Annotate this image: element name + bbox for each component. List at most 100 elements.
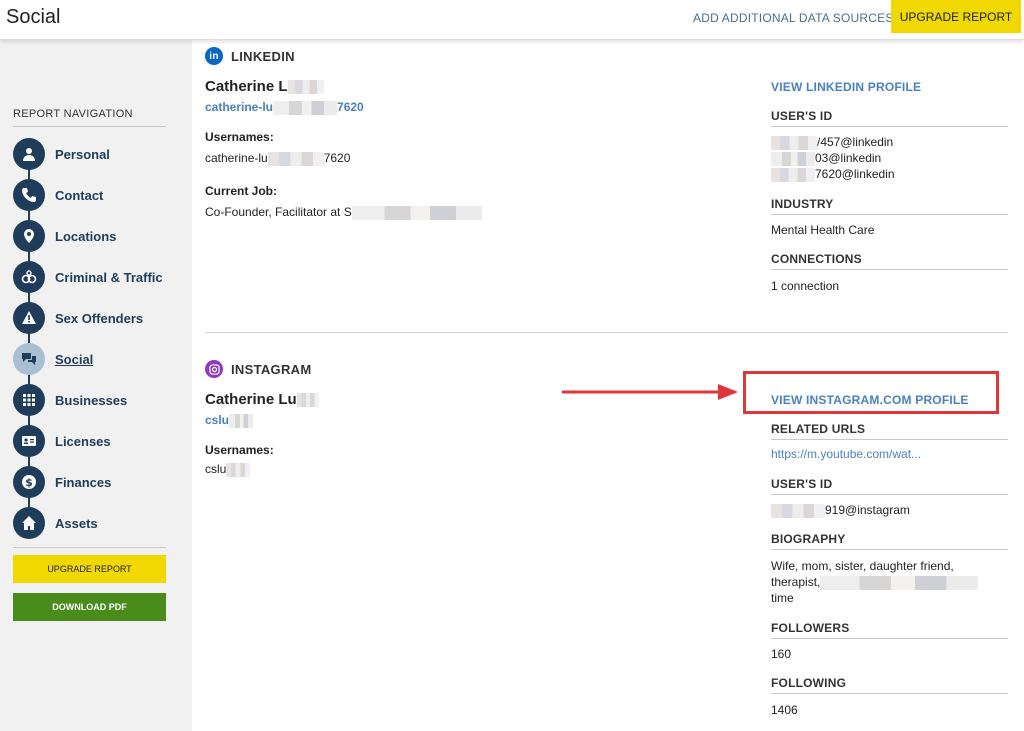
- section-divider: [205, 332, 1008, 333]
- report-navigation-heading: REPORT NAVIGATION: [13, 108, 133, 120]
- add-sources-label: ADD ADDITIONAL DATA SOURCES:: [693, 11, 898, 25]
- biography-heading: BIOGRAPHY: [771, 532, 1008, 550]
- linkedin-user-id-heading: USER'S ID: [771, 109, 1008, 127]
- username-text: cslu: [205, 462, 227, 476]
- nav-label: Contact: [55, 187, 104, 203]
- section-title: INSTAGRAM: [231, 361, 312, 377]
- bio-line: time: [771, 591, 794, 605]
- handcuffs-icon: [13, 261, 45, 293]
- location-pin-icon: [13, 220, 45, 252]
- nav-item-personal[interactable]: Personal: [13, 138, 183, 170]
- linkedin-username: catherine-lu 7620: [205, 151, 350, 166]
- related-urls-heading: RELATED URLS: [771, 422, 1008, 440]
- annotation-arrow: [562, 384, 738, 400]
- nav-item-assets[interactable]: Assets: [13, 507, 183, 539]
- followers-heading: FOLLOWERS: [771, 621, 1008, 639]
- handle-text: catherine-lu: [205, 100, 274, 114]
- following-heading: FOLLOWING: [771, 676, 1008, 694]
- nav-label: Criminal & Traffic: [55, 269, 163, 285]
- phone-icon: [13, 179, 45, 211]
- current-job-label: Current Job:: [205, 184, 277, 198]
- nav-item-contact[interactable]: Contact: [13, 179, 183, 211]
- nav-item-licenses[interactable]: Licenses: [13, 425, 183, 457]
- username-suffix: 7620: [323, 151, 351, 165]
- redaction: [771, 135, 817, 150]
- instagram-user-id: 919@instagram: [771, 502, 1011, 518]
- followers-value: 160: [771, 647, 792, 661]
- instagram-handle-link[interactable]: cslu: [205, 413, 254, 428]
- divider: [13, 547, 166, 548]
- redaction: [771, 151, 815, 166]
- connections-value: 1 connection: [771, 279, 840, 293]
- redaction: [229, 413, 254, 428]
- redaction: [771, 503, 825, 518]
- dollar-icon: $: [13, 466, 45, 498]
- connections-heading: CONNECTIONS: [771, 252, 1008, 270]
- nav-label: Licenses: [55, 433, 111, 449]
- person-icon: [13, 138, 45, 170]
- related-url-link[interactable]: https://m.youtube.com/wat...: [771, 447, 921, 461]
- download-pdf-button[interactable]: DOWNLOAD PDF: [13, 593, 166, 621]
- following-value: 1406: [771, 703, 798, 717]
- view-linkedin-profile-link[interactable]: VIEW LINKEDIN PROFILE: [771, 80, 921, 94]
- user-id-text: /457@linkedin: [817, 135, 894, 149]
- nav-label: Finances: [55, 474, 112, 490]
- bio-line: therapist,: [771, 574, 1011, 590]
- job-text: Co-Founder, Facilitator at S: [205, 205, 352, 219]
- usernames-label: Usernames:: [205, 130, 274, 144]
- redaction: [771, 167, 815, 182]
- handle-text: cslu: [205, 413, 230, 427]
- redaction: [226, 462, 251, 477]
- nav-item-businesses[interactable]: Businesses: [13, 384, 183, 416]
- building-icon: [13, 384, 45, 416]
- industry-value: Mental Health Care: [771, 223, 875, 237]
- redaction: [273, 100, 338, 115]
- nav-label: Social: [55, 351, 94, 367]
- nav-label: Businesses: [55, 392, 128, 408]
- nav-label: Sex Offenders: [55, 310, 144, 326]
- upgrade-report-button-sidebar[interactable]: UPGRADE REPORT: [13, 555, 166, 583]
- nav-item-finances[interactable]: $ Finances: [13, 466, 183, 498]
- user-id-row: 7620@linkedin: [771, 166, 1011, 182]
- nav-item-criminal-traffic[interactable]: Criminal & Traffic: [13, 261, 183, 293]
- instagram-section-header: INSTAGRAM: [205, 360, 311, 378]
- bio-text: therapist,: [771, 575, 821, 589]
- sidebar: REPORT NAVIGATION Personal Contact Locat…: [0, 40, 192, 731]
- page-title: Social: [6, 6, 61, 28]
- name-text: Catherine Lu: [205, 391, 297, 408]
- id-card-icon: [13, 425, 45, 457]
- handle-suffix: 7620: [337, 100, 364, 114]
- nav-item-social[interactable]: Social: [13, 343, 183, 375]
- chat-bubbles-icon: [13, 343, 45, 375]
- linkedin-section-header: in LINKEDIN: [205, 47, 295, 65]
- view-instagram-profile-link[interactable]: VIEW INSTAGRAM.COM PROFILE: [771, 393, 969, 407]
- industry-heading: INDUSTRY: [771, 197, 1008, 215]
- nav-label: Assets: [55, 515, 98, 531]
- instagram-username: cslu: [205, 462, 251, 477]
- linkedin-icon: in: [205, 47, 223, 65]
- nav-item-sex-offenders[interactable]: Sex Offenders: [13, 302, 183, 334]
- linkedin-handle-link[interactable]: catherine-lu 7620: [205, 100, 364, 115]
- current-job-value: Co-Founder, Facilitator at S: [205, 205, 482, 220]
- username-text: catherine-lu: [205, 151, 268, 165]
- upgrade-report-button[interactable]: UPGRADE REPORT: [891, 0, 1021, 33]
- instagram-user-id-heading: USER'S ID: [771, 477, 1008, 495]
- biography-value: Wife, mom, sister, daughter friend, ther…: [771, 558, 1011, 606]
- name-text: Catherine L: [205, 78, 288, 95]
- bio-line: Wife, mom, sister, daughter friend,: [771, 559, 954, 573]
- redaction: [351, 205, 482, 220]
- user-id-text: 03@linkedin: [815, 151, 882, 165]
- redaction: [820, 575, 979, 590]
- linkedin-name: Catherine L: [205, 78, 324, 95]
- instagram-name: Catherine Lu: [205, 391, 319, 408]
- user-id-row: 03@linkedin: [771, 150, 1011, 166]
- redaction: [296, 393, 319, 408]
- nav-label: Personal: [55, 146, 110, 162]
- section-title: LINKEDIN: [231, 48, 295, 64]
- user-id-text: 919@instagram: [825, 503, 910, 517]
- instagram-icon: [205, 360, 223, 378]
- redaction: [287, 80, 324, 95]
- nav-item-locations[interactable]: Locations: [13, 220, 183, 252]
- top-bar: Social ADD ADDITIONAL DATA SOURCES: UPGR…: [0, 0, 1024, 40]
- linkedin-user-ids: /457@linkedin 03@linkedin 7620@linkedin: [771, 134, 1011, 182]
